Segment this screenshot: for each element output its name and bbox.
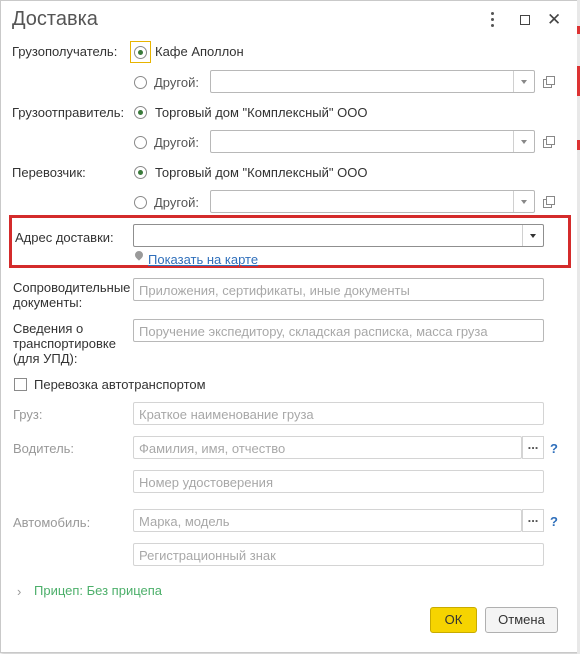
consignee-other-radio[interactable] [134, 76, 147, 89]
vehicle-model-field[interactable]: Марка, модель [133, 509, 522, 532]
documents-placeholder: Приложения, сертификаты, иные документы [139, 283, 410, 298]
driver-name-placeholder: Фамилия, имя, отчество [139, 441, 286, 456]
chevron-down-icon[interactable] [522, 225, 543, 246]
carrier-other-field[interactable] [210, 190, 535, 213]
shipper-other-radio[interactable] [134, 136, 147, 149]
show-on-map-link[interactable]: Показать на карте [148, 252, 258, 267]
vehicle-select-button[interactable]: ... [522, 509, 544, 532]
cargo-placeholder: Краткое наименование груза [139, 407, 314, 422]
delivery-address-label: Адрес доставки: [15, 230, 114, 245]
shipper-other-label: Другой: [154, 135, 199, 150]
shipper-label: Грузоотправитель: [12, 105, 125, 120]
cargo-label: Груз: [13, 407, 43, 422]
driver-label: Водитель: [13, 441, 75, 456]
ok-button[interactable]: ОК [430, 607, 477, 633]
vehicle-model-placeholder: Марка, модель [139, 514, 230, 529]
delivery-dialog: Доставка ✕ Грузополучатель: Кафе Аполлон… [0, 0, 579, 653]
driver-license-field[interactable]: Номер удостоверения [133, 470, 544, 493]
vehicle-plate-field[interactable]: Регистрационный знак [133, 543, 544, 566]
delivery-address-field[interactable] [133, 224, 544, 247]
transport-info-placeholder: Поручение экспедитору, складская расписк… [139, 324, 488, 339]
driver-name-field[interactable]: Фамилия, имя, отчество [133, 436, 522, 459]
chevron-down-icon[interactable] [513, 191, 534, 212]
consignee-other-field[interactable] [210, 70, 535, 93]
dialog-title: Доставка [12, 8, 98, 30]
trailer-link[interactable]: Прицеп: Без прицепа [34, 583, 162, 598]
vehicle-label: Автомобиль: [13, 515, 91, 530]
cargo-field[interactable]: Краткое наименование груза [133, 402, 544, 425]
transport-info-field[interactable]: Поручение экспедитору, складская расписк… [133, 319, 544, 342]
vehicle-help-icon[interactable]: ? [550, 514, 558, 529]
open-icon[interactable] [542, 195, 556, 209]
consignee-other-label: Другой: [154, 75, 199, 90]
carrier-other-label: Другой: [154, 195, 199, 210]
driver-help-icon[interactable]: ? [550, 441, 558, 456]
cancel-button[interactable]: Отмена [485, 607, 558, 633]
consignee-label: Грузополучатель: [12, 44, 118, 59]
close-icon[interactable]: ✕ [547, 11, 561, 29]
consignee-selected-label: Кафе Аполлон [155, 44, 244, 59]
driver-license-placeholder: Номер удостоверения [139, 475, 273, 490]
open-icon[interactable] [542, 75, 556, 89]
shipper-selected-label: Торговый дом "Комплексный" ООО [155, 105, 368, 120]
shipper-other-field[interactable] [210, 130, 535, 153]
transport-info-label: Сведения о транспортировке (для УПД): [13, 321, 116, 366]
chevron-down-icon[interactable] [513, 131, 534, 152]
chevron-right-icon[interactable]: › [17, 584, 21, 599]
carrier-selected-radio[interactable] [134, 166, 147, 179]
chevron-down-icon[interactable] [513, 71, 534, 92]
maximize-icon[interactable] [520, 15, 530, 25]
driver-select-button[interactable]: ... [522, 436, 544, 459]
carrier-label: Перевозчик: [12, 165, 86, 180]
carrier-other-radio[interactable] [134, 196, 147, 209]
auto-transport-checkbox[interactable] [14, 378, 27, 391]
vehicle-plate-placeholder: Регистрационный знак [139, 548, 276, 563]
shipper-selected-radio[interactable] [134, 106, 147, 119]
open-icon[interactable] [542, 135, 556, 149]
documents-label: Сопроводительные документы: [13, 280, 131, 310]
more-icon[interactable] [491, 12, 494, 27]
documents-field[interactable]: Приложения, сертификаты, иные документы [133, 278, 544, 301]
auto-transport-label: Перевозка автотранспортом [34, 377, 206, 392]
carrier-selected-label: Торговый дом "Комплексный" ООО [155, 165, 368, 180]
consignee-selected-radio[interactable] [134, 46, 147, 59]
